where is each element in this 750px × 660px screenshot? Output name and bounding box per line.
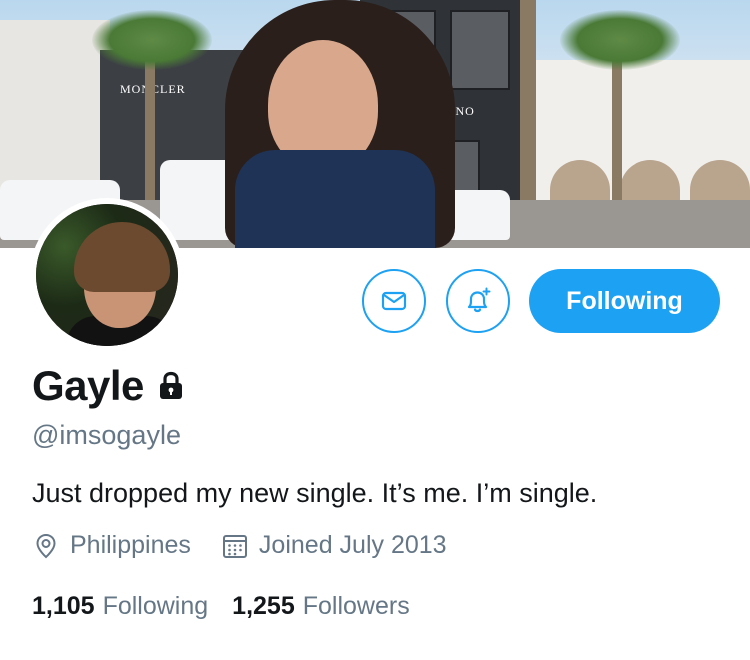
mail-icon	[381, 291, 407, 311]
name-row: Gayle	[32, 362, 186, 410]
notifications-button[interactable]	[446, 269, 510, 333]
palm-leaves	[92, 10, 212, 70]
display-name: Gayle	[32, 362, 144, 409]
calendar-icon	[222, 534, 247, 558]
followers-count: 1,255	[232, 592, 295, 620]
lock-icon	[159, 371, 182, 399]
following-count: 1,105	[32, 592, 95, 620]
avatar[interactable]	[30, 198, 184, 352]
followers-label: Followers	[302, 592, 410, 620]
followers-stat[interactable]: 1,255 Followers	[232, 592, 410, 621]
following-button[interactable]: Following	[529, 269, 720, 333]
banner-person-body	[235, 150, 435, 248]
message-button[interactable]	[362, 269, 426, 333]
profile-meta: Philippines Joined July 2013	[32, 531, 477, 560]
following-stat[interactable]: 1,105 Following	[32, 592, 208, 621]
joined-text: Joined July 2013	[258, 531, 447, 559]
location-text: Philippines	[70, 531, 191, 559]
bell-plus-icon	[467, 287, 491, 313]
location-pin-icon	[36, 533, 56, 558]
profile-bio: Just dropped my new single. It’s me. I’m…	[32, 478, 598, 508]
profile-stats: 1,105 Following 1,255 Followers	[32, 592, 434, 621]
palm-leaves	[560, 10, 680, 70]
following-label: Following	[102, 592, 209, 620]
joined-item: Joined July 2013	[221, 531, 447, 560]
location-item: Philippines	[32, 531, 191, 560]
avatar-image	[36, 204, 178, 346]
user-handle: @imsogayle	[32, 420, 181, 450]
